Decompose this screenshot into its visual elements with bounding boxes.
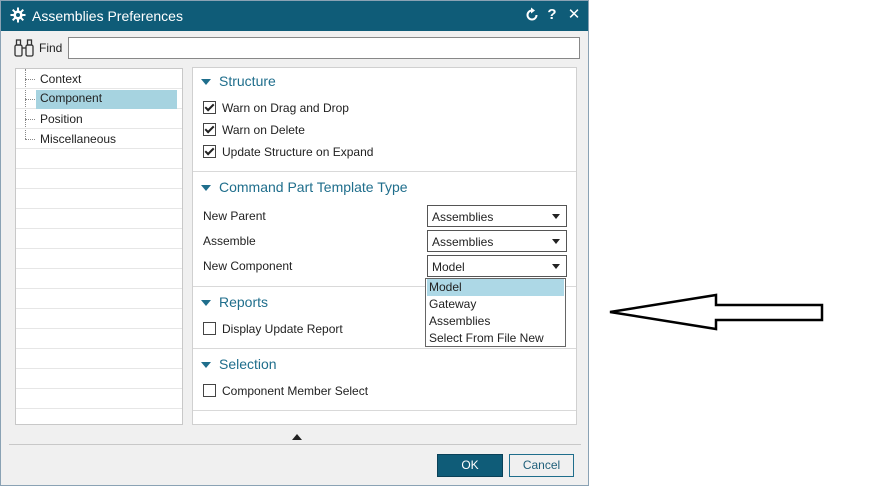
tree-row <box>16 229 182 249</box>
new-component-row: New Component Model <box>203 255 568 277</box>
new-component-dropdown-list: Model Gateway Assemblies Select From Fil… <box>425 278 566 347</box>
tree-branch <box>25 99 35 100</box>
template-type-section: Command Part Template Type New Parent As… <box>193 174 576 287</box>
cancel-button[interactable]: Cancel <box>509 454 574 477</box>
tree-item-label: Position <box>40 112 83 126</box>
checkbox-label: Display Update Report <box>222 322 343 336</box>
title-bar: Assemblies Preferences ? ✕ <box>1 1 588 31</box>
chevron-down-icon <box>552 214 560 219</box>
tree-row <box>16 289 182 309</box>
ok-button[interactable]: OK <box>437 454 503 477</box>
select-value: Model <box>432 260 465 274</box>
checkbox-box <box>203 384 216 397</box>
find-label: Find <box>39 41 63 55</box>
checkbox-label: Warn on Delete <box>222 123 305 137</box>
section-title: Selection <box>219 356 277 372</box>
footer-divider <box>9 444 581 445</box>
structure-section-header[interactable]: Structure <box>201 73 276 89</box>
tree-row <box>16 329 182 349</box>
select-value: Assemblies <box>432 235 494 249</box>
section-title: Reports <box>219 294 269 310</box>
selection-section: Selection Component Member Select <box>193 351 576 411</box>
tree-item-context[interactable]: Context <box>16 69 182 89</box>
reset-icon[interactable] <box>524 7 540 23</box>
tree-row <box>16 349 182 369</box>
find-input[interactable] <box>68 37 580 59</box>
tree-item-miscellaneous[interactable]: Miscellaneous <box>16 129 182 149</box>
checkbox-box <box>203 101 216 114</box>
tree-branch <box>25 139 35 140</box>
tree-row <box>16 249 182 269</box>
tree-branch <box>25 79 35 80</box>
dropdown-option-select-from-file-new[interactable]: Select From File New <box>427 330 564 347</box>
tree-row <box>16 189 182 209</box>
gear-icon <box>10 7 26 23</box>
section-title: Command Part Template Type <box>219 179 408 195</box>
tree-item-position[interactable]: Position <box>16 109 182 129</box>
warn-delete-checkbox[interactable]: Warn on Delete <box>203 123 305 137</box>
field-label: New Parent <box>203 209 266 223</box>
field-label: Assemble <box>203 234 256 248</box>
tree-row <box>16 269 182 289</box>
assemble-row: Assemble Assemblies <box>203 230 568 252</box>
collapse-triangle-icon <box>201 79 211 86</box>
chevron-down-icon <box>552 264 560 269</box>
new-component-select[interactable]: Model <box>427 255 567 277</box>
tree-item-component[interactable]: Component <box>16 89 182 109</box>
checkbox-box <box>203 322 216 335</box>
binoculars-icon <box>14 39 34 57</box>
find-row: Find <box>13 37 583 59</box>
collapse-triangle-icon <box>201 300 211 307</box>
assemble-select[interactable]: Assemblies <box>427 230 567 252</box>
checkbox-label: Component Member Select <box>222 384 369 398</box>
selection-section-header[interactable]: Selection <box>201 356 277 372</box>
field-label: New Component <box>203 259 293 273</box>
collapse-triangle-icon <box>201 362 211 369</box>
expand-up-icon[interactable] <box>292 434 302 440</box>
checkbox-label: Warn on Drag and Drop <box>222 101 349 115</box>
dropdown-option-assemblies[interactable]: Assemblies <box>427 313 564 330</box>
dropdown-option-gateway[interactable]: Gateway <box>427 296 564 313</box>
help-icon[interactable]: ? <box>544 7 560 23</box>
tree-branch <box>25 119 35 120</box>
tree-row <box>16 309 182 329</box>
template-section-header[interactable]: Command Part Template Type <box>201 179 408 195</box>
tree-row <box>16 149 182 169</box>
new-parent-select[interactable]: Assemblies <box>427 205 567 227</box>
component-member-select-checkbox[interactable]: Component Member Select <box>203 384 368 398</box>
collapse-triangle-icon <box>201 185 211 192</box>
tree-row <box>16 369 182 389</box>
update-structure-checkbox[interactable]: Update Structure on Expand <box>203 145 373 159</box>
checkbox-label: Update Structure on Expand <box>222 145 374 159</box>
tree-row <box>16 389 182 409</box>
tree-row <box>16 409 182 424</box>
tree-item-label: Context <box>40 72 82 86</box>
tree-row <box>16 209 182 229</box>
tree-item-label: Miscellaneous <box>40 132 117 146</box>
dialog-title: Assemblies Preferences <box>32 8 183 24</box>
tree-item-label: Component <box>36 90 177 109</box>
assemblies-preferences-dialog: Assemblies Preferences ? ✕ Find Context … <box>0 0 589 486</box>
select-value: Assemblies <box>432 210 494 224</box>
left-arrow-annotation-icon <box>609 293 824 331</box>
checkbox-box <box>203 123 216 136</box>
structure-section: Structure Warn on Drag and Drop Warn on … <box>193 68 576 172</box>
checkbox-box <box>203 145 216 158</box>
reports-section-header[interactable]: Reports <box>201 294 268 310</box>
dropdown-option-model[interactable]: Model <box>427 279 564 296</box>
new-parent-row: New Parent Assemblies <box>203 205 568 227</box>
section-title: Structure <box>219 73 276 89</box>
display-update-report-checkbox[interactable]: Display Update Report <box>203 322 343 336</box>
warn-drag-drop-checkbox[interactable]: Warn on Drag and Drop <box>203 101 349 115</box>
settings-panel: Structure Warn on Drag and Drop Warn on … <box>192 67 577 425</box>
tree-row <box>16 169 182 189</box>
chevron-down-icon <box>552 239 560 244</box>
close-icon[interactable]: ✕ <box>566 7 582 23</box>
category-tree: Context Component Position Miscellaneous <box>15 68 183 425</box>
